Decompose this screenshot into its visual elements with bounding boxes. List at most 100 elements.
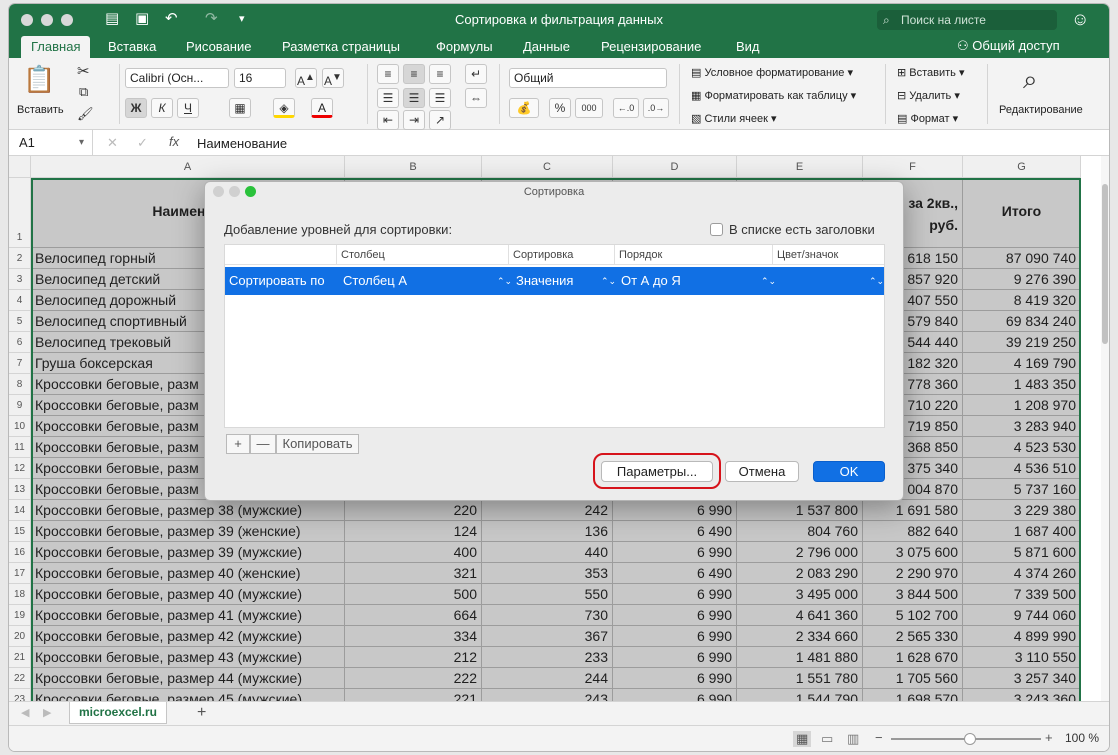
tab-formulas[interactable]: Формулы bbox=[436, 38, 493, 56]
column-header-f[interactable]: F bbox=[863, 156, 963, 178]
remove-level-button[interactable]: — bbox=[250, 434, 276, 454]
color-stepper-icon[interactable]: ⌃⌄ bbox=[869, 267, 884, 295]
cell-e[interactable]: 1 551 780 bbox=[737, 668, 863, 689]
thousands-separator-icon[interactable]: 000 bbox=[575, 98, 603, 118]
cell-e[interactable]: 804 760 bbox=[737, 521, 863, 542]
cell-b[interactable]: 400 bbox=[345, 542, 482, 563]
cell-a[interactable]: Кроссовки беговые, размер 41 (мужские) bbox=[31, 605, 345, 626]
increase-font-icon[interactable]: A▲ bbox=[295, 68, 317, 88]
cell-b[interactable]: 500 bbox=[345, 584, 482, 605]
row-header[interactable]: 16 bbox=[9, 542, 31, 563]
insert-function-icon[interactable]: fx bbox=[169, 134, 179, 149]
row-header[interactable]: 12 bbox=[9, 458, 31, 479]
row-header[interactable]: 4 bbox=[9, 290, 31, 311]
cell-e[interactable]: 1 544 790 bbox=[737, 689, 863, 701]
row-header[interactable]: 15 bbox=[9, 521, 31, 542]
cut-icon[interactable]: ✂ bbox=[77, 62, 90, 80]
confirm-icon[interactable]: ✓ bbox=[137, 135, 148, 151]
cell-d[interactable]: 6 990 bbox=[613, 584, 737, 605]
align-bottom-icon[interactable]: ≡ bbox=[429, 64, 451, 84]
column-select-stepper-icon[interactable]: ⌃⌄ bbox=[497, 267, 512, 295]
delete-cells-button[interactable]: ⊟ Удалить ▾ bbox=[897, 89, 960, 102]
cell-e[interactable]: 3 495 000 bbox=[737, 584, 863, 605]
cell-e[interactable]: 2 334 660 bbox=[737, 626, 863, 647]
column-header-b[interactable]: B bbox=[345, 156, 482, 178]
headers-checkbox-label[interactable]: В списке есть заголовки bbox=[729, 222, 875, 237]
zoom-out-icon[interactable]: − bbox=[875, 730, 883, 745]
cell-d[interactable]: 6 990 bbox=[613, 605, 737, 626]
cell-g[interactable]: 4 169 790 bbox=[963, 353, 1081, 374]
order-select[interactable]: От А до Я bbox=[617, 267, 767, 295]
share-button[interactable]: ⚇ Общий доступ bbox=[957, 38, 1060, 54]
column-header-c[interactable]: C bbox=[482, 156, 613, 178]
font-size-select[interactable]: 16 bbox=[234, 68, 286, 88]
cell-d[interactable]: 6 990 bbox=[613, 542, 737, 563]
cell-g[interactable]: 3 243 360 bbox=[963, 689, 1081, 701]
cell-e[interactable]: 2 796 000 bbox=[737, 542, 863, 563]
cell-g[interactable]: 4 374 260 bbox=[963, 563, 1081, 584]
formula-input[interactable]: Наименование bbox=[197, 136, 287, 151]
cell-g[interactable]: 7 339 500 bbox=[963, 584, 1081, 605]
row-header[interactable]: 10 bbox=[9, 416, 31, 437]
cell-d[interactable]: 6 990 bbox=[613, 647, 737, 668]
feedback-smiley-icon[interactable]: ☺ bbox=[1071, 9, 1089, 30]
cell-g[interactable]: 4 523 530 bbox=[963, 437, 1081, 458]
align-right-icon[interactable]: ☰ bbox=[429, 88, 451, 108]
cell-c[interactable]: 367 bbox=[482, 626, 613, 647]
headers-checkbox[interactable] bbox=[710, 223, 723, 236]
order-stepper-icon[interactable]: ⌃⌄ bbox=[761, 267, 776, 295]
find-icon[interactable]: ⌕ bbox=[1023, 64, 1038, 96]
cell-f[interactable]: 2 290 970 bbox=[863, 563, 963, 584]
bold-button[interactable]: Ж bbox=[125, 98, 147, 118]
cell-g[interactable]: 5 871 600 bbox=[963, 542, 1081, 563]
editing-label[interactable]: Редактирование bbox=[999, 104, 1083, 116]
cell-d[interactable]: 6 990 bbox=[613, 500, 737, 521]
add-level-button[interactable]: + bbox=[226, 434, 250, 454]
underline-button[interactable]: Ч bbox=[177, 98, 199, 118]
page-break-view-icon[interactable]: ▥ bbox=[847, 731, 859, 747]
cell-f[interactable]: 882 640 bbox=[863, 521, 963, 542]
column-header-e[interactable]: E bbox=[737, 156, 863, 178]
conditional-formatting-button[interactable]: ▤ Условное форматирование ▾ bbox=[691, 66, 853, 79]
cell-b[interactable]: 212 bbox=[345, 647, 482, 668]
tab-draw[interactable]: Рисование bbox=[186, 38, 251, 56]
column-header-a[interactable]: A bbox=[31, 156, 345, 178]
cell-f[interactable]: 1 628 670 bbox=[863, 647, 963, 668]
cell-f[interactable]: 1 705 560 bbox=[863, 668, 963, 689]
cell-a[interactable]: Кроссовки беговые, размер 45 (мужские) bbox=[31, 689, 345, 701]
cell-d[interactable]: 6 990 bbox=[613, 689, 737, 701]
row-header[interactable]: 8 bbox=[9, 374, 31, 395]
cell-a[interactable]: Кроссовки беговые, размер 39 (женские) bbox=[31, 521, 345, 542]
tab-review[interactable]: Рецензирование bbox=[601, 38, 701, 56]
cell-b[interactable]: 124 bbox=[345, 521, 482, 542]
zoom-slider-handle[interactable] bbox=[964, 733, 976, 745]
header-cell-g[interactable]: Итого bbox=[963, 178, 1081, 248]
paste-icon[interactable]: 📋 bbox=[23, 64, 55, 98]
cell-e[interactable]: 4 641 360 bbox=[737, 605, 863, 626]
cell-g[interactable]: 3 257 340 bbox=[963, 668, 1081, 689]
cell-c[interactable]: 136 bbox=[482, 521, 613, 542]
format-as-table-button[interactable]: ▦ Форматировать как таблицу ▾ bbox=[691, 89, 856, 102]
cell-f[interactable]: 3 075 600 bbox=[863, 542, 963, 563]
cell-f[interactable]: 1 691 580 bbox=[863, 500, 963, 521]
sort-level-row[interactable]: Сортировать по Столбец A ⌃⌄ Значения ⌃⌄ … bbox=[225, 267, 884, 295]
row-header[interactable]: 22 bbox=[9, 668, 31, 689]
row-header[interactable]: 11 bbox=[9, 437, 31, 458]
zoom-slider[interactable] bbox=[891, 733, 1041, 745]
cell-g[interactable]: 1 687 400 bbox=[963, 521, 1081, 542]
insert-cells-button[interactable]: ⊞ Вставить ▾ bbox=[897, 66, 965, 79]
cancel-icon[interactable]: ✕ bbox=[107, 135, 118, 151]
cell-c[interactable]: 242 bbox=[482, 500, 613, 521]
row-header[interactable]: 20 bbox=[9, 626, 31, 647]
ok-button[interactable]: OK bbox=[813, 461, 885, 482]
currency-icon[interactable]: 💰 bbox=[509, 98, 539, 118]
cell-f[interactable]: 1 698 570 bbox=[863, 689, 963, 701]
cell-f[interactable]: 3 844 500 bbox=[863, 584, 963, 605]
row-header[interactable]: 13 bbox=[9, 479, 31, 500]
number-format-select[interactable]: Общий bbox=[509, 68, 667, 88]
cell-a[interactable]: Кроссовки беговые, размер 42 (мужские) bbox=[31, 626, 345, 647]
row-header[interactable]: 19 bbox=[9, 605, 31, 626]
add-sheet-icon[interactable]: + bbox=[197, 704, 206, 722]
cell-c[interactable]: 550 bbox=[482, 584, 613, 605]
cell-b[interactable]: 664 bbox=[345, 605, 482, 626]
